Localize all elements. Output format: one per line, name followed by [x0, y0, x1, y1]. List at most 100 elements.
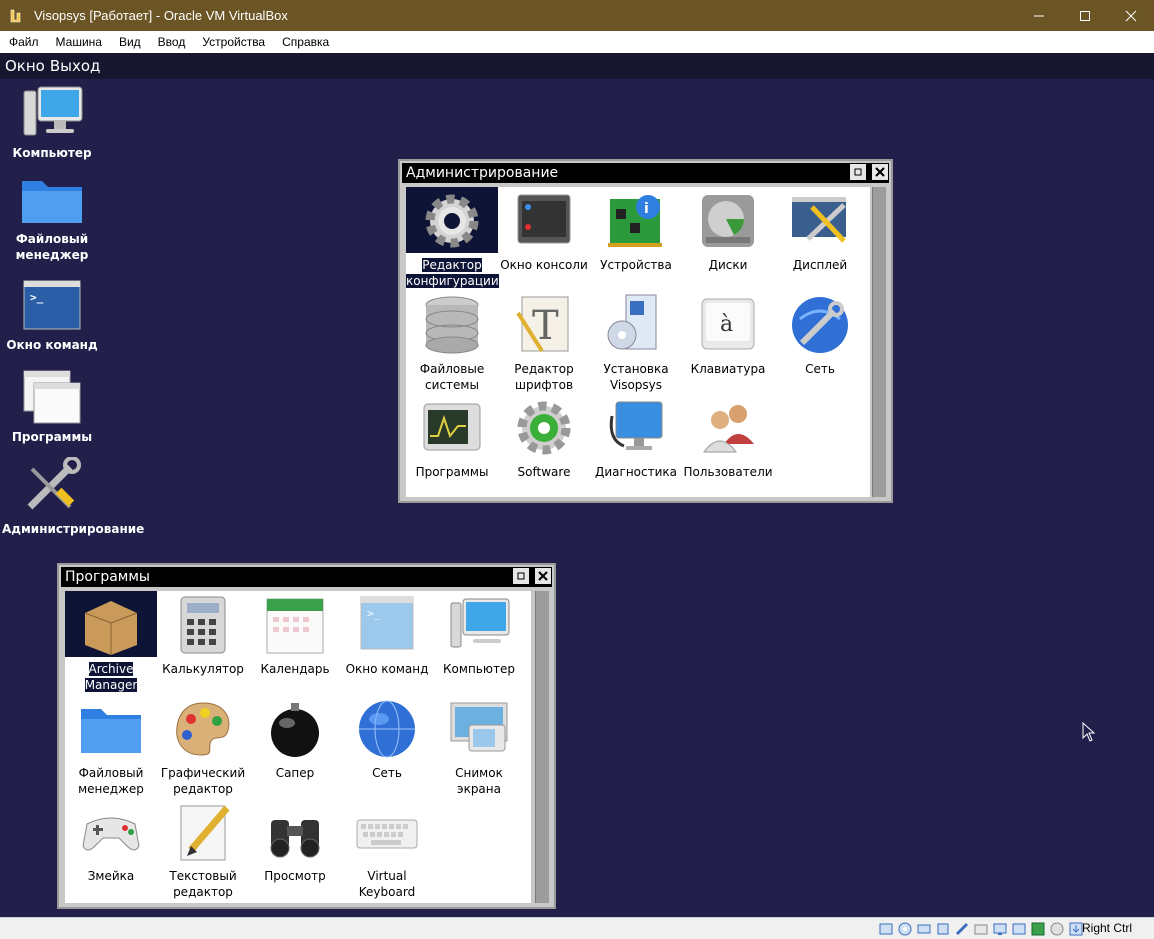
- users-icon: [703, 405, 754, 453]
- usb-status-icon[interactable]: [954, 921, 970, 937]
- admin-item-filesystems[interactable]: Файловые системы: [406, 291, 498, 393]
- programs-window: Программы Archive Manager Калькулятор Ка…: [57, 563, 556, 909]
- admin-item-font-editor[interactable]: T Редактор шрифтов: [498, 291, 590, 393]
- gamepad-icon: [82, 817, 140, 851]
- close-icon: [1125, 10, 1137, 21]
- admin-item-diagnostics[interactable]: Диагностика: [590, 394, 682, 480]
- admin-window-minimize-button[interactable]: [849, 163, 867, 181]
- admin-item-label: Software: [517, 465, 571, 479]
- admin-window-titlebar[interactable]: Администрирование: [402, 163, 889, 183]
- svg-text:à: à: [720, 312, 733, 337]
- program-item-label: Текстовый редактор: [169, 869, 237, 899]
- binoculars-icon: [270, 820, 320, 858]
- admin-item-keyboard[interactable]: à Клавиатура: [682, 291, 774, 377]
- minimize-icon: [1034, 15, 1044, 16]
- desktop-icon-label: Программы: [11, 430, 93, 444]
- admin-item-devices[interactable]: i Устройства: [590, 187, 682, 273]
- desktop-icon-programs[interactable]: Программы: [2, 369, 102, 445]
- menu-devices[interactable]: Устройства: [193, 35, 273, 49]
- menu-file[interactable]: Файл: [0, 35, 47, 49]
- admin-item-label: Сеть: [805, 362, 835, 376]
- maximize-icon: [1080, 10, 1090, 21]
- svg-text:>_: >_: [367, 607, 381, 620]
- admin-item-network[interactable]: Сеть: [774, 291, 866, 377]
- program-item-text-editor[interactable]: Текстовый редактор: [157, 798, 249, 900]
- display-status-icon[interactable]: [992, 921, 1008, 937]
- program-item-viewer[interactable]: Просмотр: [249, 798, 341, 884]
- program-item-snake[interactable]: Змейка: [65, 798, 157, 884]
- menu-input[interactable]: Ввод: [149, 35, 194, 49]
- close-button[interactable]: [1108, 0, 1154, 31]
- programs-window-scrollbar[interactable]: [535, 591, 549, 903]
- audio-status-icon[interactable]: [916, 921, 932, 937]
- program-item-minesweeper[interactable]: Сапер: [249, 695, 341, 781]
- network-icon: [792, 297, 848, 353]
- admin-item-label: Файловые системы: [419, 362, 485, 392]
- program-item-virtual-keyboard[interactable]: Virtual Keyboard: [341, 798, 433, 900]
- network-status-icon[interactable]: [935, 921, 951, 937]
- mouse-integration-status-icon[interactable]: [1049, 921, 1065, 937]
- guest-menu-window[interactable]: Окно: [5, 57, 45, 75]
- program-item-label: Archive Manager: [84, 662, 138, 692]
- program-item-label: Окно команд: [345, 662, 429, 676]
- program-item-label: Сеть: [372, 766, 402, 780]
- program-item-file-manager[interactable]: Файловый менеджер: [65, 695, 157, 797]
- terminal-icon: >_: [23, 280, 81, 330]
- admin-item-programs[interactable]: Программы: [406, 394, 498, 480]
- guest-topbar: Окно Выход: [0, 53, 1154, 79]
- program-item-label: Просмотр: [264, 869, 326, 883]
- admin-item-users[interactable]: Пользователи: [682, 394, 774, 480]
- devices-icon: i: [608, 195, 662, 247]
- hdd-status-icon[interactable]: [878, 921, 894, 937]
- minimize-button[interactable]: [1016, 0, 1062, 31]
- desktop-icon-admin[interactable]: Администрирование: [2, 457, 144, 537]
- keyboard-icon: [356, 819, 418, 849]
- program-item-paint[interactable]: Графический редактор: [157, 695, 249, 797]
- program-item-calendar[interactable]: Календарь: [249, 591, 341, 677]
- programs-window-titlebar[interactable]: Программы: [61, 567, 552, 587]
- programs-window-close-button[interactable]: [534, 567, 552, 585]
- terminal-icon: >_: [360, 596, 414, 650]
- admin-item-console[interactable]: Окно консоли: [498, 187, 590, 273]
- program-item-label: Змейка: [87, 869, 135, 883]
- display-icon: [792, 197, 846, 243]
- computer-icon: [450, 598, 510, 648]
- bomb-icon: [271, 703, 319, 757]
- program-item-label: Снимок экрана: [455, 766, 503, 796]
- desktop-icon-file-manager[interactable]: Файловый менеджер: [2, 173, 102, 263]
- admin-window-close-button[interactable]: [871, 163, 889, 181]
- install-icon: [607, 294, 657, 350]
- admin-item-config-editor[interactable]: Редактор конфигурации: [406, 187, 499, 289]
- admin-item-disks[interactable]: Диски: [682, 187, 774, 273]
- diagnostics-icon: [609, 401, 663, 450]
- programs-window-title: Программы: [65, 569, 150, 585]
- desktop-icon-computer[interactable]: Компьютер: [2, 85, 102, 161]
- guest-screen: Окно Выход Компьютер Файловый менеджер >…: [0, 53, 1154, 917]
- admin-item-label: Диагностика: [594, 465, 677, 479]
- admin-window-scrollbar[interactable]: [872, 187, 886, 497]
- admin-item-software[interactable]: Software: [498, 394, 590, 480]
- shared-folders-status-icon[interactable]: [973, 921, 989, 937]
- vt-x-status-icon[interactable]: [1030, 921, 1046, 937]
- menu-machine[interactable]: Машина: [47, 35, 110, 49]
- admin-item-display[interactable]: Дисплей: [774, 187, 866, 273]
- host-menubar: Файл Машина Вид Ввод Устройства Справка: [0, 31, 1154, 53]
- program-item-label: Компьютер: [443, 662, 515, 676]
- program-item-label: Файловый менеджер: [78, 766, 144, 796]
- restore-icon: [517, 572, 525, 580]
- program-item-network[interactable]: Сеть: [341, 695, 433, 781]
- program-item-calculator[interactable]: Калькулятор: [157, 591, 249, 677]
- admin-item-install[interactable]: Установка Visopsys: [590, 291, 682, 393]
- programs-window-minimize-button[interactable]: [512, 567, 530, 585]
- program-item-computer[interactable]: Компьютер: [433, 591, 525, 677]
- menu-help[interactable]: Справка: [273, 35, 337, 49]
- program-item-terminal[interactable]: >_ Окно команд: [341, 591, 433, 677]
- desktop-icon-terminal[interactable]: >_ Окно команд: [2, 279, 102, 353]
- menu-view[interactable]: Вид: [110, 35, 149, 49]
- program-item-screenshot[interactable]: Снимок экрана: [433, 695, 525, 797]
- maximize-button[interactable]: [1062, 0, 1108, 31]
- guest-menu-exit[interactable]: Выход: [50, 57, 101, 75]
- optical-status-icon[interactable]: [897, 921, 913, 937]
- program-item-archive-manager[interactable]: Archive Manager: [65, 591, 157, 693]
- recording-status-icon[interactable]: [1011, 921, 1027, 937]
